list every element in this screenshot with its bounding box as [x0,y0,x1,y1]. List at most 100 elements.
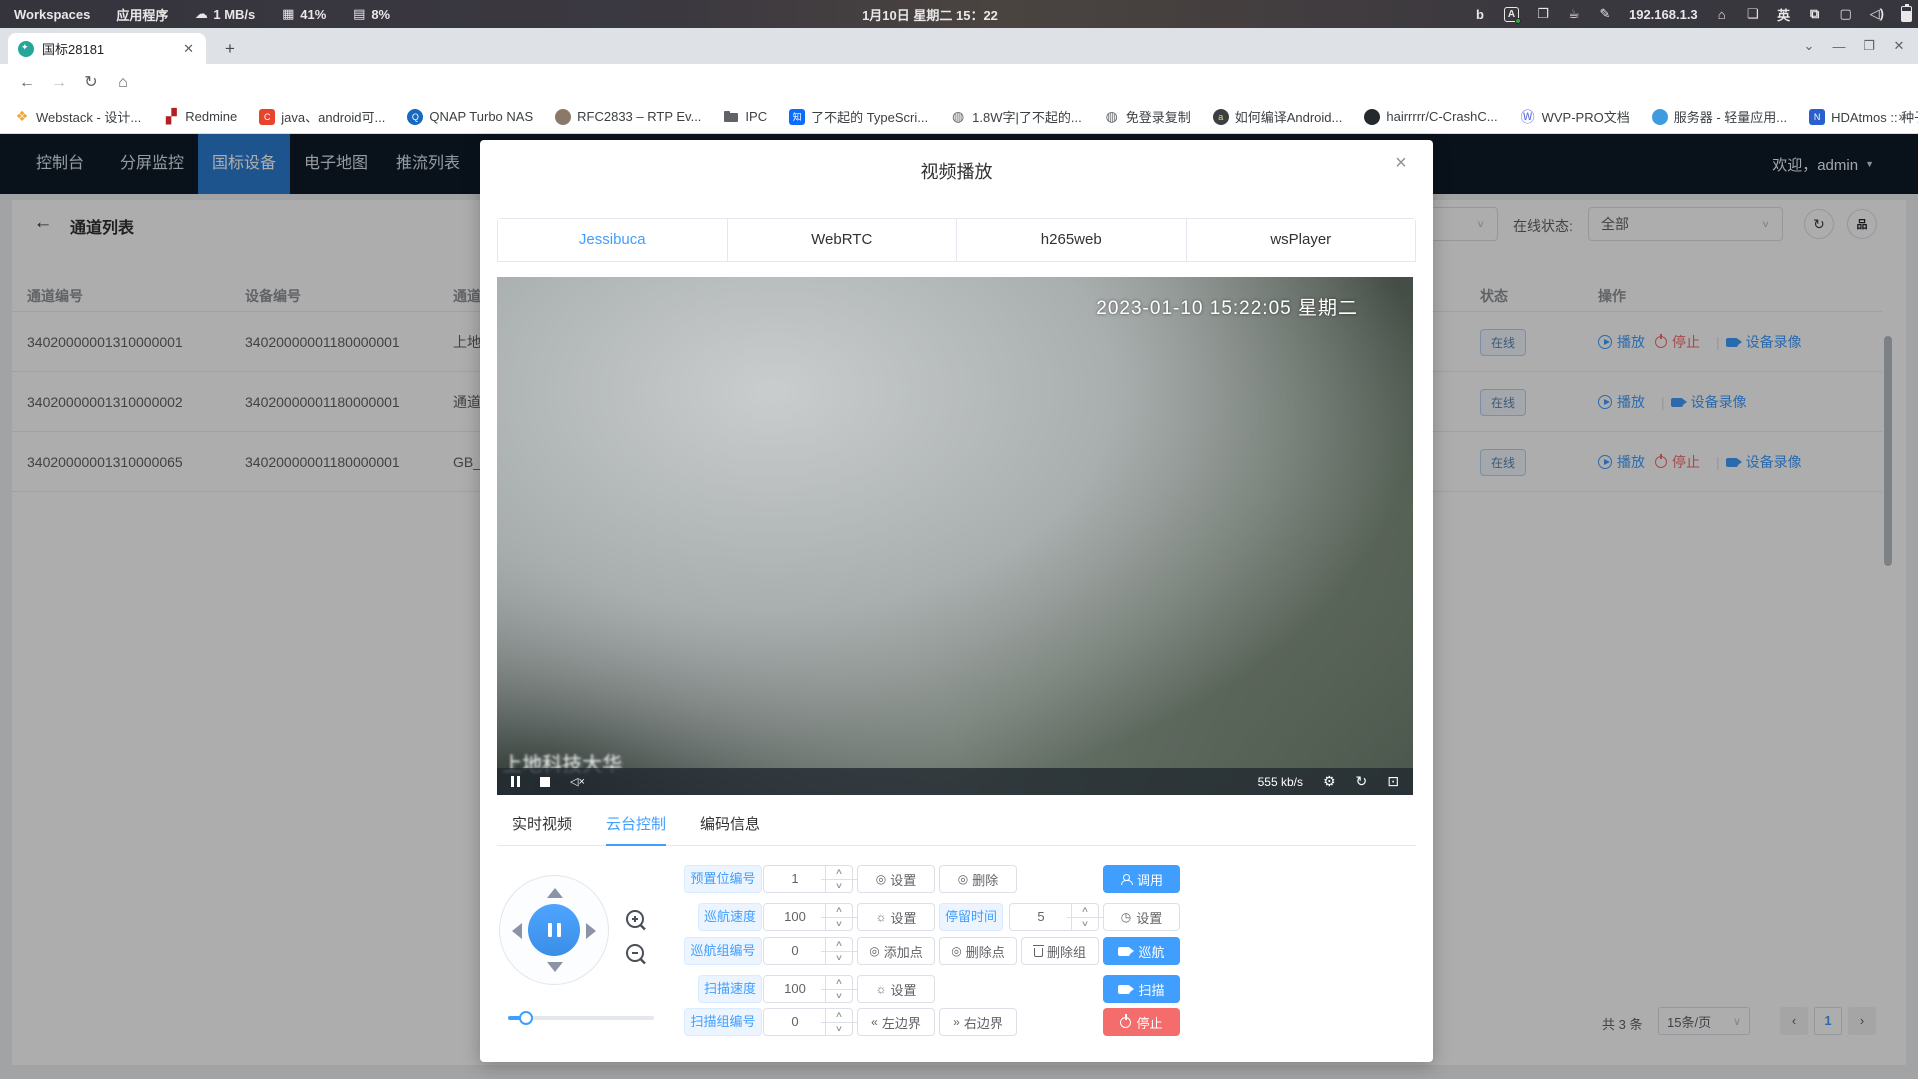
tweak-tool-icon[interactable]: ✎ [1598,6,1612,22]
number-stepper[interactable]: ∧∨ [1071,904,1098,930]
player-tab-h265web[interactable]: h265web [957,219,1187,261]
ptz-action-巡航[interactable]: 巡航 [1103,937,1180,965]
player-tab-wsplayer[interactable]: wsPlayer [1187,219,1416,261]
launcher-icon[interactable]: b [1473,6,1487,22]
minimize-icon[interactable]: — [1824,39,1854,54]
bookmark-item[interactable]: ▞Redmine [163,109,237,125]
zoom-out-button[interactable] [623,942,649,968]
ptz-speed-slider[interactable] [508,1012,654,1024]
screen-icon[interactable]: ▢ [1839,6,1853,22]
clock[interactable]: 1月10日 星期二 15：22 [760,5,1100,24]
forward-icon[interactable]: → [46,70,72,95]
sub-tab[interactable]: 实时视频 [512,808,572,846]
player-tab-jessibuca[interactable]: Jessibuca [498,219,728,261]
video-player[interactable]: 2023-01-10 15:22:05 星期二 上地科技大华 ◁× 555 kb… [497,277,1413,795]
bookmark-item[interactable]: ◍1.8W字|了不起的... [950,107,1082,126]
bookmark-item[interactable]: ⓌWVP-PRO文档 [1520,107,1630,126]
sub-tab[interactable]: 云台控制 [606,808,666,846]
caffeine-icon[interactable]: ☕ [1567,6,1581,22]
number-stepper[interactable]: ∧∨ [825,938,852,964]
ptz-number-input[interactable]: 1∧∨ [763,865,853,893]
display-mirror-icon[interactable]: ⧉ [1808,6,1822,22]
bookmark-item[interactable]: QQNAP Turbo NAS [407,109,533,125]
volume-muted-icon[interactable]: ◁× [570,775,585,788]
bookmark-label: hairrrrr/C-CrashC... [1386,109,1497,124]
stop-icon[interactable] [540,777,550,787]
close-window-icon[interactable]: ✕ [1884,38,1914,54]
settings-gear-icon[interactable]: ⚙ [1323,773,1336,790]
keyboard-layout-indicator[interactable]: 英 [1777,6,1791,22]
reload-stream-icon[interactable]: ↻ [1356,773,1368,790]
restore-icon[interactable]: ❐ [1854,38,1884,54]
back-icon[interactable]: ← [14,70,40,95]
ptz-up-button[interactable] [547,888,563,898]
ptz-number-input[interactable]: 5∧∨ [1009,903,1099,931]
number-stepper[interactable]: ∧∨ [825,1009,852,1035]
player-tab-webrtc[interactable]: WebRTC [728,219,958,261]
reload-icon[interactable]: ↻ [78,70,104,95]
bookmark-item[interactable]: ◍免登录复制 [1104,107,1191,126]
ptz-down-button[interactable] [547,962,563,972]
ip-address[interactable]: 192.168.1.3 [1629,6,1698,22]
home-icon[interactable]: ⌂ [110,70,136,95]
bookmarks-overflow-icon[interactable]: » [1898,108,1906,124]
slider-handle[interactable] [519,1011,533,1025]
ptz-action-设置[interactable]: ◷设置 [1103,903,1180,931]
ptz-button-设置[interactable]: ☼设置 [857,903,935,931]
home-icon[interactable]: ⌂ [1715,6,1729,22]
fullscreen-icon[interactable]: ⊡ [1387,773,1399,790]
workspaces-button[interactable]: Workspaces [14,7,90,22]
zoom-in-button[interactable] [623,908,649,934]
ptz-action-扫描[interactable]: 扫描 [1103,975,1180,1003]
number-stepper[interactable]: ∧∨ [825,904,852,930]
dialog-title: 视频播放 [480,158,1433,184]
ptz-form-row: 巡航速度100∧∨☼设置停留时间5∧∨◷设置 [680,903,1183,931]
battery-icon[interactable] [1901,6,1912,22]
bookmark-favicon [723,109,739,125]
ptz-action-停止[interactable]: 停止 [1103,1008,1180,1036]
ptz-button-左边界[interactable]: «左边界 [857,1008,935,1036]
applications-button[interactable]: 应用程序 [116,5,168,24]
bookmark-favicon: N [1809,109,1825,125]
ptz-number-input[interactable]: 100∧∨ [763,975,853,1003]
number-stepper[interactable]: ∧∨ [825,976,852,1002]
bookmark-item[interactable]: RFC2833 – RTP Ev... [555,109,701,125]
tab-close-icon[interactable]: ✕ [181,41,196,57]
browser-tab-strip: 国标28181 ✕ + ⌄—❐✕ [0,28,1918,64]
ptz-button-删除[interactable]: ◎删除 [939,865,1017,893]
bookmark-item[interactable]: Cjava、android可... [259,107,385,126]
new-tab-button[interactable]: + [218,37,242,61]
bookmark-item[interactable]: 知了不起的 TypeScri... [789,107,928,126]
ptz-stop-pause-button[interactable] [528,904,580,956]
browser-tab[interactable]: 国标28181 ✕ [8,33,206,64]
clipboard-icon[interactable]: ❐ [1536,6,1550,22]
ptz-number-input[interactable]: 100∧∨ [763,903,853,931]
volume-icon[interactable]: ◁) [1870,6,1884,22]
window-switcher-icon[interactable]: ❏ [1746,6,1760,22]
pause-icon[interactable] [511,776,520,787]
tab-search-icon[interactable]: ⌄ [1794,38,1824,54]
ptz-button-设置[interactable]: ◎设置 [857,865,935,893]
input-method-icon[interactable]: A [1504,7,1519,22]
power-icon [1120,1017,1131,1028]
ptz-number-input[interactable]: 0∧∨ [763,937,853,965]
bookmark-item[interactable]: a如何编译Android... [1213,107,1343,126]
number-stepper[interactable]: ∧∨ [825,866,852,892]
bookmark-item[interactable]: 服务器 - 轻量应用... [1652,107,1787,126]
ptz-right-button[interactable] [586,923,596,939]
bookmark-item[interactable]: hairrrrr/C-CrashC... [1364,109,1497,125]
ptz-button-右边界[interactable]: »右边界 [939,1008,1017,1036]
video-play-dialog: 视频播放 × JessibucaWebRTCh265webwsPlayer 20… [480,140,1433,1062]
ptz-button-设置[interactable]: ☼设置 [857,975,935,1003]
sub-tab[interactable]: 编码信息 [700,808,760,846]
bookmark-item[interactable]: IPC [723,109,767,125]
video-timestamp-overlay: 2023-01-10 15:22:05 星期二 [1096,293,1358,320]
ptz-button-删除组[interactable]: 删除组 [1021,937,1099,965]
ptz-button-删除点[interactable]: ◎删除点 [939,937,1017,965]
ptz-number-input[interactable]: 0∧∨ [763,1008,853,1036]
close-icon[interactable]: × [1389,152,1413,175]
bookmark-item[interactable]: ❖Webstack - 设计... [14,107,141,126]
ptz-button-添加点[interactable]: ◎添加点 [857,937,935,965]
ptz-left-button[interactable] [512,923,522,939]
ptz-action-调用[interactable]: 调用 [1103,865,1180,893]
